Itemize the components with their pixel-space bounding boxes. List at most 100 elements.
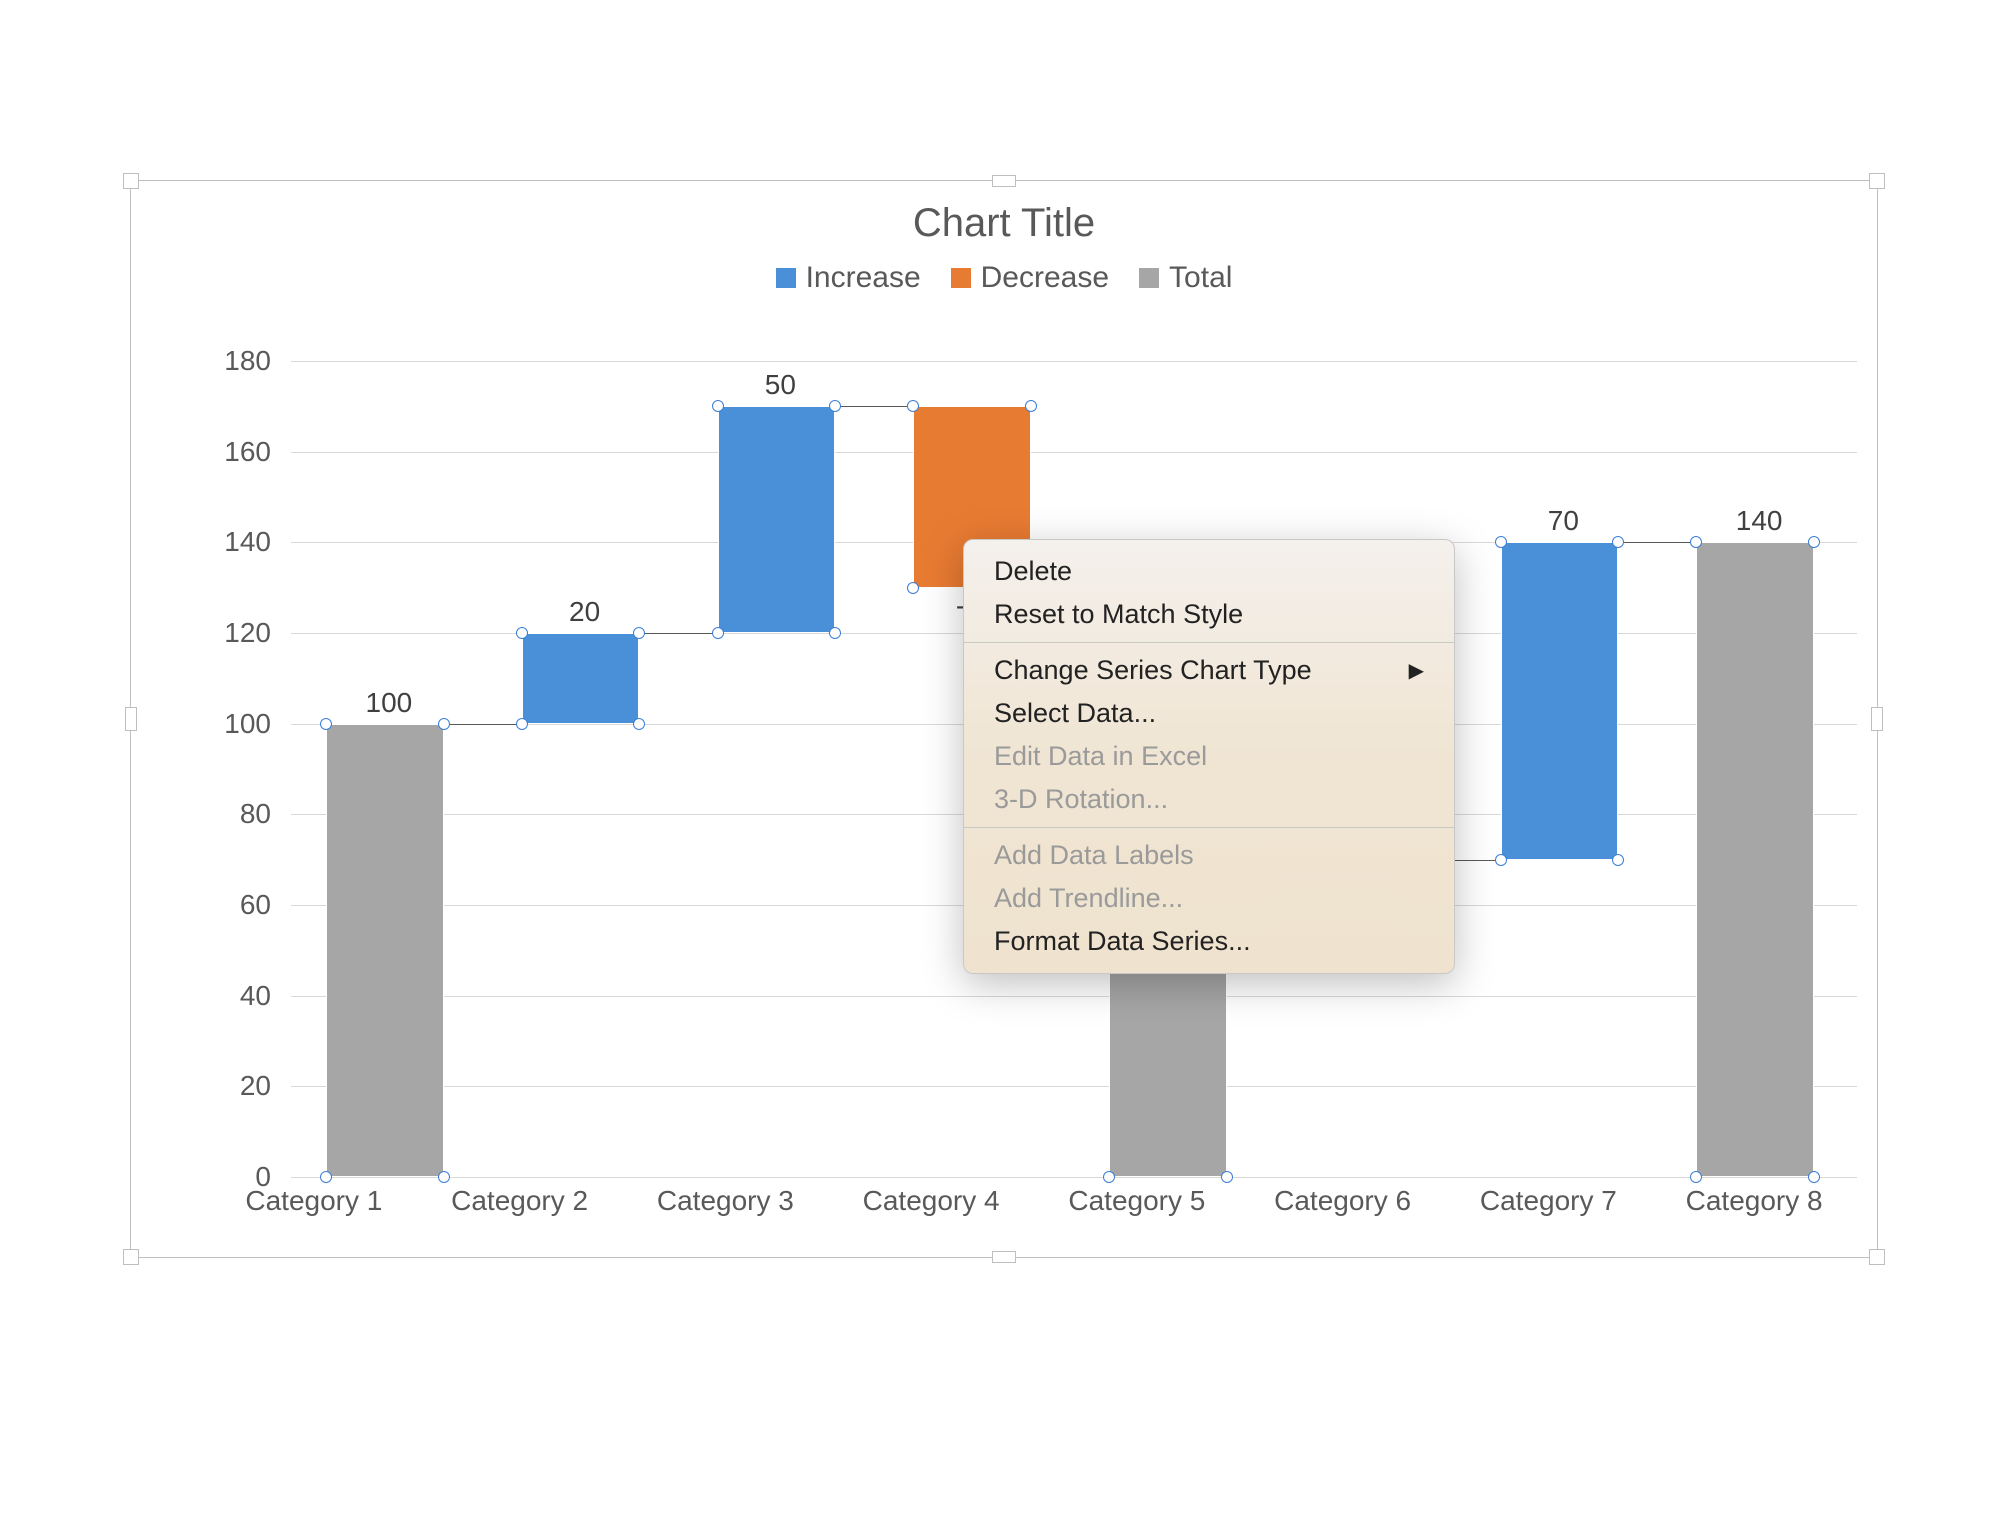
legend-label: Increase — [806, 261, 921, 295]
selection-dot[interactable] — [1612, 536, 1624, 548]
y-axis-labels: 020406080100120140160180 — [211, 361, 281, 1177]
menu-separator — [964, 642, 1454, 643]
y-tick-label: 100 — [224, 708, 271, 740]
selection-dot[interactable] — [712, 400, 724, 412]
menu-item-label: Change Series Chart Type — [994, 655, 1312, 686]
menu-item-label: Delete — [994, 556, 1072, 587]
menu-item[interactable]: Format Data Series... — [964, 920, 1454, 963]
y-tick-label: 120 — [224, 617, 271, 649]
selection-handle-bottom-left[interactable] — [123, 1249, 139, 1265]
selection-dot[interactable] — [633, 627, 645, 639]
selection-dot[interactable] — [1690, 536, 1702, 548]
menu-item[interactable]: Delete — [964, 550, 1454, 593]
bar-total[interactable] — [326, 724, 443, 1177]
bar-slot: 140 — [1661, 361, 1857, 1177]
bar-increase[interactable] — [718, 406, 835, 633]
selection-dot[interactable] — [320, 1171, 332, 1183]
legend-item-increase[interactable]: Increase — [776, 261, 921, 295]
legend-label: Decrease — [981, 261, 1109, 295]
menu-item: 3-D Rotation... — [964, 778, 1454, 821]
y-tick-label: 160 — [224, 436, 271, 468]
y-tick-label: 80 — [240, 798, 271, 830]
data-label[interactable]: 140 — [1661, 506, 1857, 538]
menu-item[interactable]: Reset to Match Style — [964, 593, 1454, 636]
x-tick-label: Category 3 — [623, 1185, 829, 1217]
x-tick-label: Category 1 — [211, 1185, 417, 1217]
legend-swatch-decrease — [951, 268, 971, 288]
bar-slot: 50 — [683, 361, 879, 1177]
menu-separator — [964, 827, 1454, 828]
selection-dot[interactable] — [1808, 536, 1820, 548]
menu-item[interactable]: Change Series Chart Type ▶ — [964, 649, 1454, 692]
x-tick-label: Category 2 — [417, 1185, 623, 1217]
selection-dot[interactable] — [1612, 854, 1624, 866]
data-label[interactable]: 100 — [291, 687, 487, 719]
selection-handle-bottom[interactable] — [992, 1251, 1016, 1263]
bar-slot: 20 — [487, 361, 683, 1177]
y-tick-label: 40 — [240, 980, 271, 1012]
menu-item: Add Data Labels — [964, 834, 1454, 877]
legend-item-total[interactable]: Total — [1139, 261, 1232, 295]
selection-handle-top-left[interactable] — [123, 173, 139, 189]
menu-item: Edit Data in Excel — [964, 735, 1454, 778]
chart-title[interactable]: Chart Title — [131, 201, 1877, 246]
y-tick-label: 60 — [240, 889, 271, 921]
legend-swatch-increase — [776, 268, 796, 288]
y-tick-label: 180 — [224, 345, 271, 377]
selection-dot[interactable] — [438, 1171, 450, 1183]
y-tick-label: 140 — [224, 526, 271, 558]
selection-dot[interactable] — [712, 627, 724, 639]
menu-item: Add Trendline... — [964, 877, 1454, 920]
chart-legend[interactable]: Increase Decrease Total — [131, 261, 1877, 295]
context-menu[interactable]: Delete Reset to Match Style Change Series … — [963, 539, 1455, 974]
legend-swatch-total — [1139, 268, 1159, 288]
menu-item-label: 3-D Rotation... — [994, 784, 1168, 815]
selection-handle-left[interactable] — [125, 707, 137, 731]
x-tick-label: Category 4 — [828, 1185, 1034, 1217]
selection-dot[interactable] — [1808, 1171, 1820, 1183]
selection-dot[interactable] — [829, 400, 841, 412]
data-label[interactable]: 70 — [1466, 506, 1662, 538]
gridline — [291, 1177, 1857, 1178]
bar-slot: 100 — [291, 361, 487, 1177]
selection-dot[interactable] — [1495, 854, 1507, 866]
selection-dot[interactable] — [516, 718, 528, 730]
bar-increase[interactable] — [522, 633, 639, 724]
menu-item-label: Add Trendline... — [994, 883, 1183, 914]
selection-dot[interactable] — [907, 400, 919, 412]
x-tick-label: Category 6 — [1240, 1185, 1446, 1217]
x-tick-label: Category 8 — [1651, 1185, 1857, 1217]
selection-dot[interactable] — [1025, 400, 1037, 412]
selection-dot[interactable] — [1103, 1171, 1115, 1183]
x-axis-labels: Category 1Category 2Category 3Category 4… — [211, 1185, 1857, 1217]
menu-item-label: Edit Data in Excel — [994, 741, 1207, 772]
selection-dot[interactable] — [1221, 1171, 1233, 1183]
legend-item-decrease[interactable]: Decrease — [951, 261, 1109, 295]
selection-handle-top-right[interactable] — [1869, 173, 1885, 189]
selection-dot[interactable] — [1495, 536, 1507, 548]
selection-dot[interactable] — [438, 718, 450, 730]
x-tick-label: Category 5 — [1034, 1185, 1240, 1217]
data-label[interactable]: 50 — [683, 370, 879, 402]
selection-handle-right[interactable] — [1871, 707, 1883, 731]
selection-dot[interactable] — [320, 718, 332, 730]
x-tick-label: Category 7 — [1446, 1185, 1652, 1217]
data-label[interactable]: 20 — [487, 596, 683, 628]
legend-label: Total — [1169, 261, 1232, 295]
menu-item[interactable]: Select Data... — [964, 692, 1454, 735]
submenu-arrow-icon: ▶ — [1409, 658, 1424, 683]
bar-total[interactable] — [1696, 542, 1813, 1177]
selection-dot[interactable] — [633, 718, 645, 730]
selection-handle-top[interactable] — [992, 175, 1016, 187]
selection-handle-bottom-right[interactable] — [1869, 1249, 1885, 1265]
menu-item-label: Select Data... — [994, 698, 1156, 729]
menu-item-label: Add Data Labels — [994, 840, 1194, 871]
y-tick-label: 20 — [240, 1070, 271, 1102]
selection-dot[interactable] — [1690, 1171, 1702, 1183]
bar-slot: 70 — [1466, 361, 1662, 1177]
menu-item-label: Reset to Match Style — [994, 599, 1243, 630]
bar-increase[interactable] — [1501, 542, 1618, 859]
selection-dot[interactable] — [516, 627, 528, 639]
selection-dot[interactable] — [829, 627, 841, 639]
menu-item-label: Format Data Series... — [994, 926, 1251, 957]
